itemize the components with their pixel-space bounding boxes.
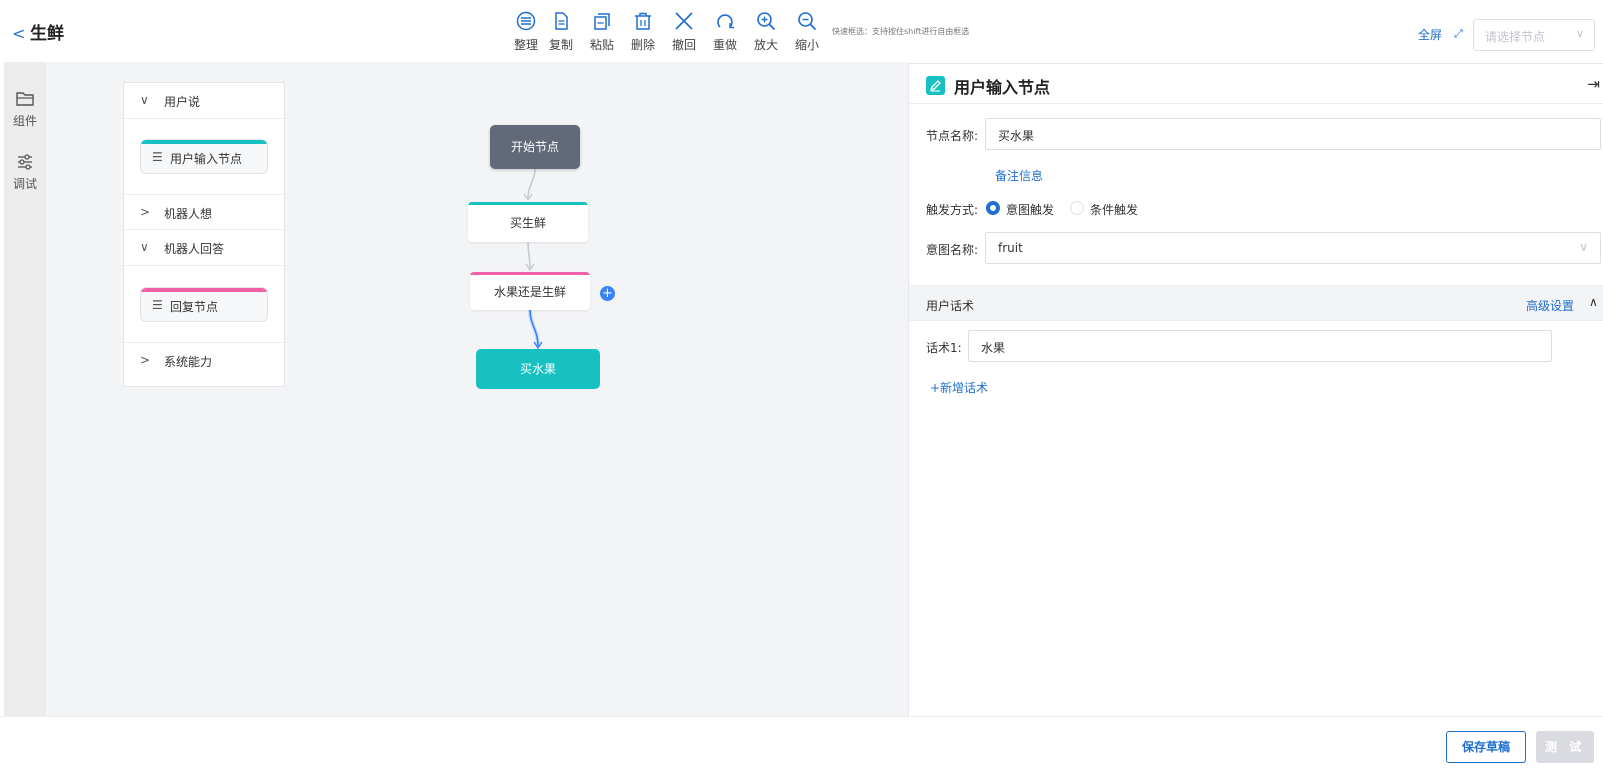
advanced-settings-link[interactable]: 高级设置 <box>1526 297 1574 314</box>
node-label: 买生鲜 <box>509 216 546 230</box>
node-select-placeholder: 请选择节点 <box>1485 30 1546 44</box>
node-color-bar <box>470 272 590 275</box>
node-select[interactable]: 请选择节点 ∨ <box>1473 19 1595 51</box>
user-speech-title: 用户话术 <box>926 299 975 313</box>
test-button[interactable]: 测 试 <box>1536 731 1594 763</box>
edit-icon <box>926 76 945 95</box>
flow-connectors <box>523 168 543 350</box>
node-name-label: 节点名称: <box>926 129 979 143</box>
condition-trigger-label[interactable]: 条件触发 <box>1090 201 1138 218</box>
chevron-down-icon: ∨ <box>1579 240 1588 254</box>
flow-node-buy-fruit[interactable]: 买水果 <box>476 349 600 389</box>
chevron-down-icon: ∨ <box>1575 27 1584 40</box>
flow-node-start[interactable]: 开始节点 <box>490 125 580 169</box>
add-speech-link[interactable]: +新增话术 <box>930 379 988 396</box>
speech-input[interactable]: 水果 <box>968 330 1552 362</box>
node-color-bar <box>468 202 588 205</box>
speech-value: 水果 <box>981 341 1006 355</box>
node-name-input[interactable]: 买水果 <box>985 118 1601 150</box>
intent-name-select[interactable]: fruit ∨ <box>985 232 1601 264</box>
detail-panel-header: 用户输入节点 ⇥ <box>909 64 1603 104</box>
expand-icon[interactable]: ⤢ <box>1454 27 1463 41</box>
remark-link[interactable]: 备注信息 <box>995 167 1043 184</box>
user-speech-section: 用户话术 高级设置 ∧ <box>909 285 1603 321</box>
flow-node-buy-fresh[interactable]: 买生鲜 <box>468 202 588 242</box>
intent-trigger-label[interactable]: 意图触发 <box>1006 201 1054 218</box>
footer: 保存草稿 测 试 <box>0 716 1603 782</box>
intent-name-value: fruit <box>998 241 1023 255</box>
detail-panel-title: 用户输入节点 <box>954 78 1051 97</box>
flow-node-fruit-or-fresh[interactable]: 水果还是生鲜 <box>470 272 590 310</box>
speech-label: 话术1: <box>926 341 962 355</box>
trigger-label: 触发方式: <box>926 203 979 217</box>
radio-intent-trigger[interactable] <box>986 201 1000 215</box>
fullscreen-button[interactable]: 全屏 <box>1418 27 1442 43</box>
collapse-panel-icon[interactable]: ⇥ <box>1587 75 1600 93</box>
radio-condition-trigger[interactable] <box>1070 201 1084 215</box>
node-detail-panel: 用户输入节点 ⇥ 节点名称: 买水果 备注信息 触发方式: 意图触发 条件触发 … <box>908 63 1603 716</box>
add-node-icon[interactable]: + <box>600 286 615 301</box>
save-draft-button[interactable]: 保存草稿 <box>1446 731 1526 763</box>
node-name-value: 买水果 <box>998 129 1035 143</box>
chevron-up-icon[interactable]: ∧ <box>1589 295 1598 309</box>
node-label: 水果还是生鲜 <box>493 285 566 299</box>
intent-name-label: 意图名称: <box>926 243 979 257</box>
